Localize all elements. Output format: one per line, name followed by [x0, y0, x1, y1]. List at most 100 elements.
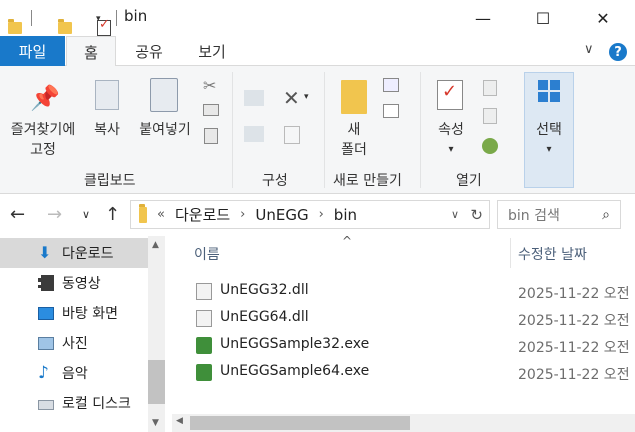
up-arrow-icon[interactable]: ↑	[105, 204, 120, 225]
nav-item-local-disk[interactable]: 로컬 디스크	[0, 388, 148, 418]
file-name: UnEGGSample32.exe	[220, 336, 370, 352]
properties-icon[interactable]: ✓	[437, 80, 463, 110]
divider	[31, 10, 32, 26]
select-label: 선택	[536, 122, 562, 138]
paste-icon[interactable]	[150, 78, 178, 112]
new-group-label: 새로 만들기	[333, 173, 402, 189]
scroll-left-icon[interactable]: ◀	[176, 416, 183, 426]
paste-button[interactable]: 붙여넣기	[133, 120, 197, 140]
easy-access-icon[interactable]	[383, 104, 399, 118]
pin-label-line1[interactable]: 즐겨찾기에	[2, 120, 84, 140]
divider	[324, 72, 325, 188]
breadcrumb-bin[interactable]: bin	[334, 206, 357, 224]
rename-icon[interactable]	[284, 126, 300, 144]
file-row[interactable]: UnEGG64.dll 2025-11-22 오전	[172, 305, 635, 332]
file-row[interactable]: UnEGGSample32.exe 2025-11-22 오전	[172, 332, 635, 359]
delete-icon[interactable]: ✕	[283, 86, 300, 110]
folder-icon	[8, 19, 22, 34]
tab-file[interactable]: 파일	[0, 36, 65, 66]
breadcrumb-separator[interactable]: ›	[240, 207, 245, 222]
refresh-icon[interactable]: ↻	[470, 206, 483, 224]
copy-button[interactable]: 복사	[88, 120, 126, 140]
download-icon: ⬇	[38, 243, 52, 262]
cut-icon[interactable]: ✂	[203, 76, 216, 95]
open-group-label: 열기	[456, 173, 482, 189]
copy-icon[interactable]	[95, 80, 119, 110]
close-button[interactable]: ✕	[580, 0, 626, 36]
divider	[232, 72, 233, 188]
maximize-button[interactable]: ☐	[520, 0, 566, 36]
search-input[interactable]: bin 검색	[508, 205, 560, 225]
copy-path-icon[interactable]	[203, 104, 219, 116]
customize-toolbar-chevron-icon[interactable]: ▾	[96, 14, 101, 24]
address-dropdown-chevron-icon[interactable]: ∨	[451, 208, 459, 221]
address-bar[interactable]: « 다운로드 › UnEGG › bin ∨ ↻	[130, 200, 490, 229]
open-icon[interactable]	[483, 80, 497, 96]
help-icon[interactable]: ?	[609, 43, 627, 61]
nav-item-pictures[interactable]: 사진	[0, 328, 148, 358]
video-icon	[38, 275, 54, 291]
pin-label-line2[interactable]: 고정	[2, 140, 84, 160]
properties-button[interactable]: 속성	[428, 120, 474, 140]
file-row[interactable]: UnEGGSample64.exe 2025-11-22 오전	[172, 359, 635, 386]
breadcrumb-overflow[interactable]: «	[157, 207, 165, 222]
nav-item-downloads[interactable]: ⬇ 다운로드	[0, 238, 148, 268]
scroll-up-icon[interactable]: ▲	[152, 240, 159, 250]
file-date: 2025-11-22 오전	[518, 286, 630, 302]
breadcrumb-unegg[interactable]: UnEGG	[255, 206, 308, 224]
properties-chevron-icon[interactable]: ▾	[428, 140, 474, 160]
column-header-modified[interactable]: 수정한 날짜	[518, 244, 587, 264]
organize-group-label: 구성	[262, 173, 288, 189]
nav-item-label: 다운로드	[62, 246, 114, 262]
nav-item-videos[interactable]: 동영상	[0, 268, 148, 298]
nav-item-label: 바탕 화면	[62, 306, 118, 322]
search-box[interactable]: bin 검색 ⌕	[497, 200, 621, 229]
nav-item-music[interactable]: ♪ 음악	[0, 358, 148, 388]
divider	[116, 10, 117, 26]
paste-shortcut-icon[interactable]	[204, 128, 218, 144]
file-list: ^ 이름 수정한 날짜 UnEGG32.dll 2025-11-22 오전 Un…	[172, 234, 635, 432]
pin-icon: 📌	[30, 84, 60, 112]
file-row[interactable]: UnEGG32.dll 2025-11-22 오전	[172, 278, 635, 305]
history-icon[interactable]	[482, 138, 498, 154]
back-arrow-icon[interactable]: ←	[10, 204, 25, 225]
recent-locations-chevron-icon[interactable]: ∨	[82, 208, 90, 221]
collapse-ribbon-chevron-icon[interactable]: ∨	[584, 42, 594, 57]
breadcrumb-downloads[interactable]: 다운로드	[175, 204, 230, 225]
new-folder-icon[interactable]	[341, 80, 367, 114]
nav-item-label: 사진	[62, 336, 88, 352]
window-title: bin	[124, 7, 148, 25]
select-icon	[538, 80, 560, 102]
ribbon-tabs: 파일 홈 공유 보기 ∨	[0, 36, 635, 67]
ribbon: 📌 즐겨찾기에 고정 복사 붙여넣기 ✂ 클립보드 ✕ ▾ 구성 새 폴더 새로…	[0, 66, 635, 194]
minimize-button[interactable]: —	[460, 0, 506, 36]
file-name: UnEGG32.dll	[220, 282, 309, 298]
copy-to-icon[interactable]	[244, 126, 264, 142]
breadcrumb-separator[interactable]: ›	[319, 207, 324, 222]
nav-item-desktop[interactable]: 바탕 화면	[0, 298, 148, 328]
move-to-icon[interactable]	[244, 90, 264, 106]
title-bar: ▾ bin — ☐ ✕	[0, 0, 635, 36]
new-folder-label-line1[interactable]: 새	[332, 120, 376, 140]
file-list-scrollbar-thumb[interactable]	[190, 416, 410, 430]
column-divider[interactable]	[510, 238, 511, 268]
scroll-down-icon[interactable]: ▼	[152, 418, 159, 428]
sort-indicator-icon: ^	[342, 234, 353, 248]
dll-file-icon	[196, 283, 212, 300]
tab-share[interactable]: 공유	[122, 36, 176, 67]
exe-file-icon	[196, 364, 212, 381]
file-date: 2025-11-22 오전	[518, 313, 630, 329]
edit-icon[interactable]	[483, 108, 497, 124]
address-row: ← → ∨ ↑ « 다운로드 › UnEGG › bin ∨ ↻ bin 검색 …	[0, 194, 635, 236]
navigation-pane: ⬇ 다운로드 동영상 바탕 화면 사진 ♪ 음악 로컬 디스크 ▲ ▼	[0, 236, 168, 432]
forward-arrow-icon[interactable]: →	[47, 204, 62, 225]
delete-chevron-icon[interactable]: ▾	[304, 92, 309, 102]
quick-access-folder-icon[interactable]	[58, 19, 72, 34]
nav-scrollbar-thumb[interactable]	[148, 360, 165, 404]
divider	[420, 72, 421, 188]
tab-home[interactable]: 홈	[66, 36, 116, 67]
tab-view[interactable]: 보기	[184, 36, 240, 67]
new-item-icon[interactable]	[383, 78, 399, 92]
column-header-name[interactable]: 이름	[194, 244, 220, 264]
new-folder-label-line2[interactable]: 폴더	[332, 140, 376, 160]
